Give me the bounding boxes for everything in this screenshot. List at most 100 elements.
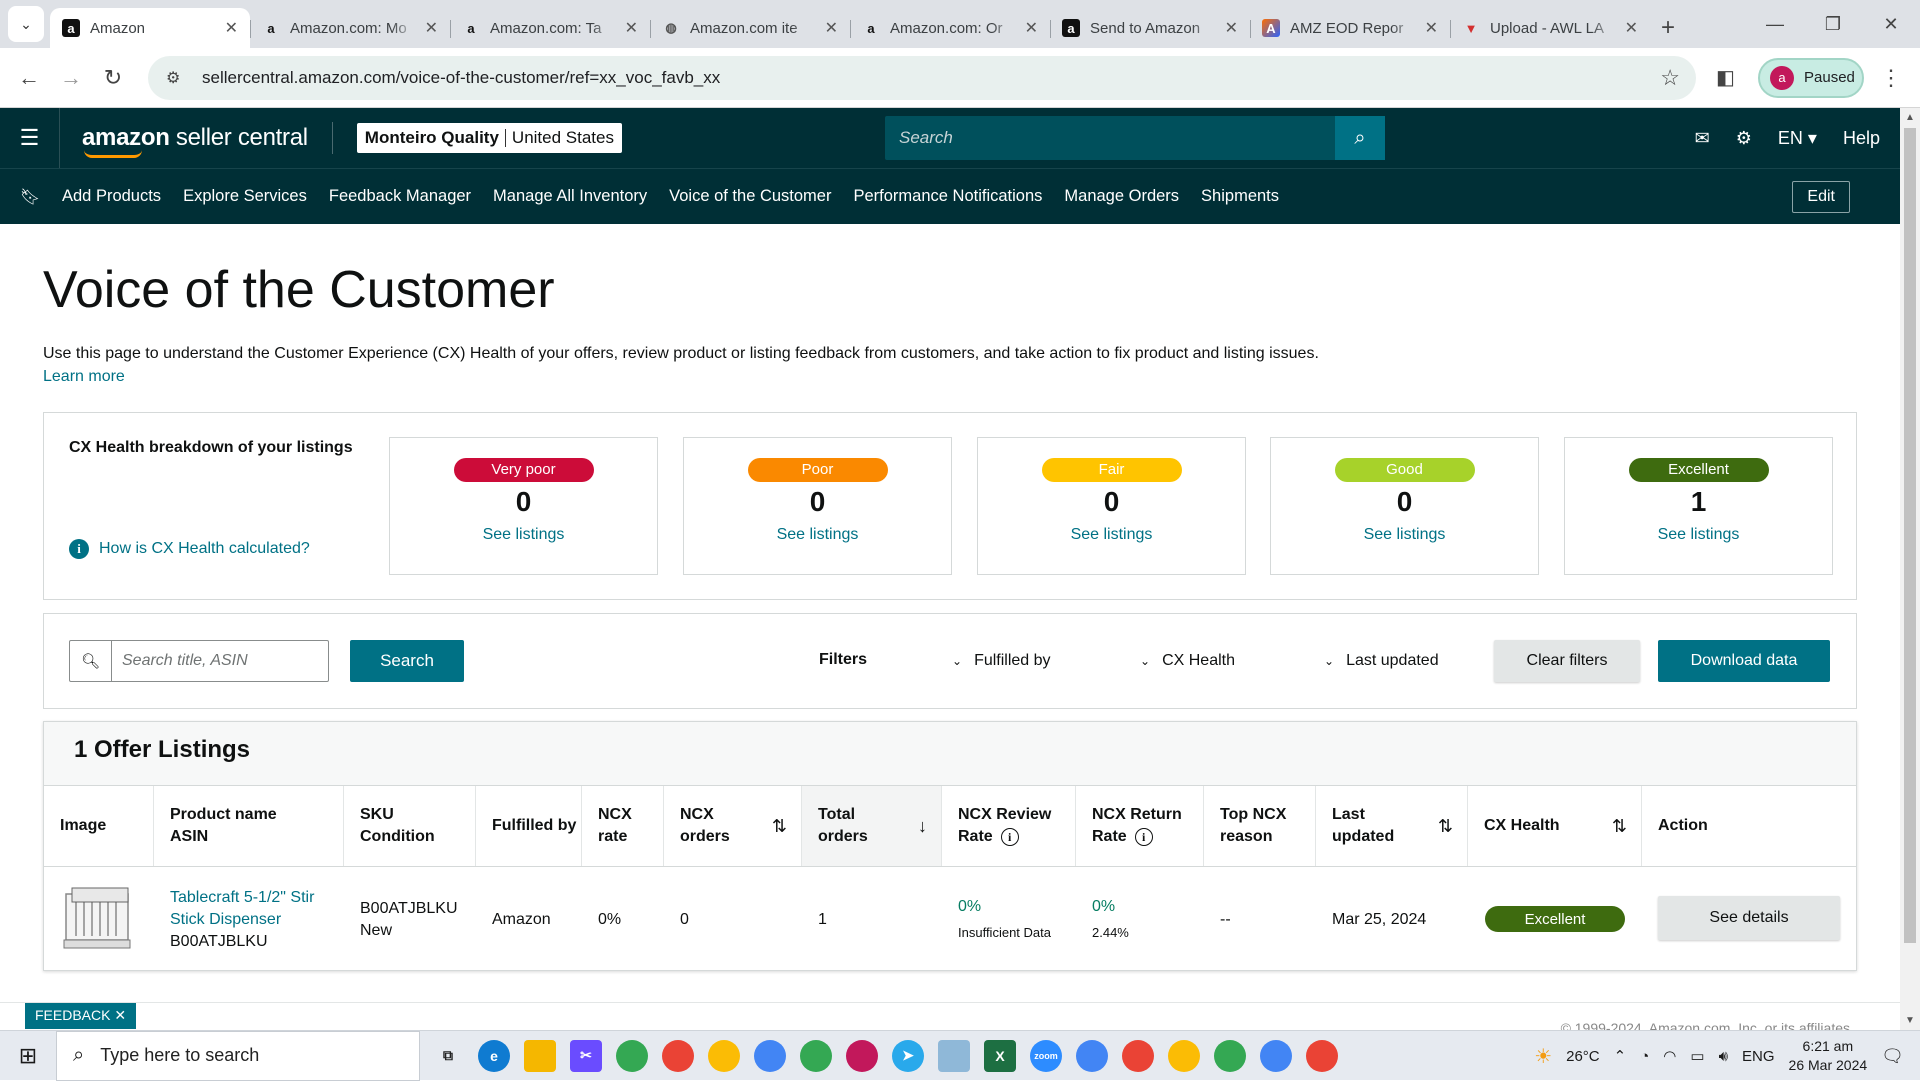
- listing-search-input[interactable]: Search title, ASIN: [112, 641, 248, 681]
- close-window-icon[interactable]: ✕: [1862, 0, 1920, 48]
- minimize-icon[interactable]: —: [1746, 0, 1804, 48]
- back-icon[interactable]: ←: [8, 57, 50, 99]
- tab-search-button[interactable]: ⌄: [8, 6, 44, 42]
- feedback-button[interactable]: FEEDBACK ✕: [25, 1003, 137, 1029]
- hamburger-menu-icon[interactable]: ☰: [0, 108, 60, 168]
- reload-icon[interactable]: ↻: [92, 57, 134, 99]
- app-icon[interactable]: ✂: [570, 1039, 602, 1072]
- close-tab-icon[interactable]: ✕: [625, 18, 638, 38]
- nav-add-products[interactable]: Add Products: [62, 187, 161, 206]
- browser-tab[interactable]: a Amazon ✕: [50, 8, 250, 48]
- chrome-icon[interactable]: [708, 1039, 740, 1072]
- product-thumbnail[interactable]: [62, 884, 134, 954]
- nav-shipments[interactable]: Shipments: [1201, 187, 1279, 206]
- chrome-icon[interactable]: [1076, 1039, 1108, 1072]
- clear-filters-button[interactable]: Clear filters: [1494, 640, 1640, 682]
- col-header-ncx-orders[interactable]: NCX orders ⇅: [664, 786, 802, 866]
- close-tab-icon[interactable]: ✕: [1225, 18, 1238, 38]
- mail-icon[interactable]: ✉: [1695, 128, 1710, 149]
- cx-health-dropdown[interactable]: ⌄ CX Health: [1140, 652, 1235, 670]
- chrome-icon[interactable]: [1122, 1039, 1154, 1072]
- chrome-icon[interactable]: [1260, 1039, 1292, 1072]
- site-info-icon[interactable]: ⚙: [166, 68, 188, 88]
- profile-button[interactable]: a Paused: [1758, 57, 1864, 98]
- nav-feedback-manager[interactable]: Feedback Manager: [329, 187, 471, 206]
- col-header-cx-health[interactable]: CX Health ⇅: [1468, 786, 1642, 866]
- sort-icon[interactable]: ⇅: [772, 815, 787, 837]
- address-bar[interactable]: ⚙ sellercentral.amazon.com/voice-of-the-…: [148, 55, 1696, 100]
- network-icon[interactable]: ◔: [1640, 1048, 1649, 1065]
- input-language[interactable]: ENG: [1742, 1048, 1775, 1065]
- browser-tab[interactable]: a Amazon.com: Ta ✕: [450, 8, 650, 48]
- see-listings-link[interactable]: See listings: [1271, 526, 1538, 544]
- sort-icon[interactable]: ⇅: [1612, 815, 1627, 837]
- file-explorer-icon[interactable]: [524, 1039, 556, 1072]
- clock[interactable]: 6:21 am 26 Mar 2024: [1789, 1037, 1868, 1075]
- learn-more-link[interactable]: Learn more: [43, 365, 1319, 388]
- chrome-icon[interactable]: [800, 1039, 832, 1072]
- windows-start-icon[interactable]: ⊞: [0, 1031, 56, 1081]
- how-cx-calculated-link[interactable]: i How is CX Health calculated?: [69, 539, 310, 559]
- browser-tab[interactable]: A AMZ EOD Repor ✕: [1250, 8, 1450, 48]
- col-header-total-orders[interactable]: Total orders ↓: [802, 786, 942, 866]
- close-icon[interactable]: ✕: [114, 1007, 126, 1023]
- forward-icon[interactable]: →: [50, 57, 92, 99]
- search-button[interactable]: Search: [350, 640, 464, 682]
- chrome-icon[interactable]: [1168, 1039, 1200, 1072]
- edge-icon[interactable]: e: [478, 1039, 510, 1072]
- see-details-button[interactable]: See details: [1658, 896, 1840, 940]
- close-tab-icon[interactable]: ✕: [1025, 18, 1038, 38]
- chrome-icon[interactable]: [846, 1039, 878, 1072]
- language-selector[interactable]: EN ▾: [1778, 128, 1817, 149]
- browser-menu-icon[interactable]: ⋮: [1880, 65, 1902, 91]
- task-view-icon[interactable]: ⧉: [432, 1040, 464, 1072]
- col-header-last-updated[interactable]: Last updated ⇅: [1316, 786, 1468, 866]
- product-name-link[interactable]: Tablecraft 5-1/2" Stir: [170, 887, 344, 909]
- page-scrollbar[interactable]: ▲ ▼: [1900, 108, 1920, 1030]
- help-link[interactable]: Help: [1843, 128, 1880, 149]
- volume-icon[interactable]: 🔊︎: [1719, 1048, 1728, 1065]
- chrome-icon[interactable]: [1214, 1039, 1246, 1072]
- chevron-up-icon[interactable]: ⌃: [1614, 1047, 1627, 1065]
- new-tab-button[interactable]: +: [1650, 8, 1686, 48]
- sort-descending-icon[interactable]: ↓: [918, 815, 927, 837]
- fulfilled-by-dropdown[interactable]: ⌄ Fulfilled by: [952, 652, 1051, 670]
- notes-icon[interactable]: [938, 1039, 970, 1072]
- nav-manage-orders[interactable]: Manage Orders: [1064, 187, 1179, 206]
- close-tab-icon[interactable]: ✕: [425, 18, 438, 38]
- nav-voice-of-the-customer[interactable]: Voice of the Customer: [669, 187, 831, 206]
- store-switcher[interactable]: Monteiro Quality United States: [356, 123, 622, 153]
- notifications-icon[interactable]: 🗨︎: [1881, 1046, 1904, 1067]
- sort-icon[interactable]: ⇅: [1438, 815, 1453, 837]
- see-listings-link[interactable]: See listings: [1565, 526, 1832, 544]
- close-tab-icon[interactable]: ✕: [225, 18, 238, 38]
- close-tab-icon[interactable]: ✕: [825, 18, 838, 38]
- nav-manage-all-inventory[interactable]: Manage All Inventory: [493, 187, 647, 206]
- scrollbar-thumb[interactable]: [1904, 128, 1916, 943]
- browser-tab[interactable]: a Amazon.com: Or ✕: [850, 8, 1050, 48]
- header-search-input[interactable]: Search: [885, 128, 1335, 148]
- settings-gear-icon[interactable]: ⚙: [1736, 128, 1752, 149]
- edit-nav-button[interactable]: Edit: [1792, 180, 1850, 213]
- last-updated-dropdown[interactable]: ⌄ Last updated: [1324, 652, 1439, 670]
- restore-icon[interactable]: ❐: [1804, 0, 1862, 48]
- download-data-button[interactable]: Download data: [1658, 640, 1830, 682]
- excel-icon[interactable]: X: [984, 1039, 1016, 1072]
- nav-performance-notifications[interactable]: Performance Notifications: [853, 187, 1042, 206]
- seller-central-logo[interactable]: amazon seller central: [82, 124, 308, 158]
- weather-icon[interactable]: ☀: [1534, 1044, 1552, 1069]
- battery-icon[interactable]: ▭: [1690, 1047, 1704, 1065]
- see-listings-link[interactable]: See listings: [684, 526, 951, 544]
- zoom-icon[interactable]: zoom: [1030, 1039, 1062, 1072]
- info-icon[interactable]: i: [1134, 828, 1153, 846]
- close-tab-icon[interactable]: ✕: [1425, 18, 1438, 38]
- browser-tab[interactable]: a Send to Amazon ✕: [1050, 8, 1250, 48]
- chrome-icon[interactable]: [754, 1039, 786, 1072]
- chrome-icon[interactable]: [616, 1039, 648, 1072]
- see-listings-link[interactable]: See listings: [390, 526, 657, 544]
- browser-tab[interactable]: ▼ Upload - AWL LA ✕: [1450, 8, 1650, 48]
- see-listings-link[interactable]: See listings: [978, 526, 1245, 544]
- browser-tab[interactable]: a Amazon.com: Mo ✕: [250, 8, 450, 48]
- nav-explore-services[interactable]: Explore Services: [183, 187, 307, 206]
- product-name-link[interactable]: Stick Dispenser: [170, 909, 344, 931]
